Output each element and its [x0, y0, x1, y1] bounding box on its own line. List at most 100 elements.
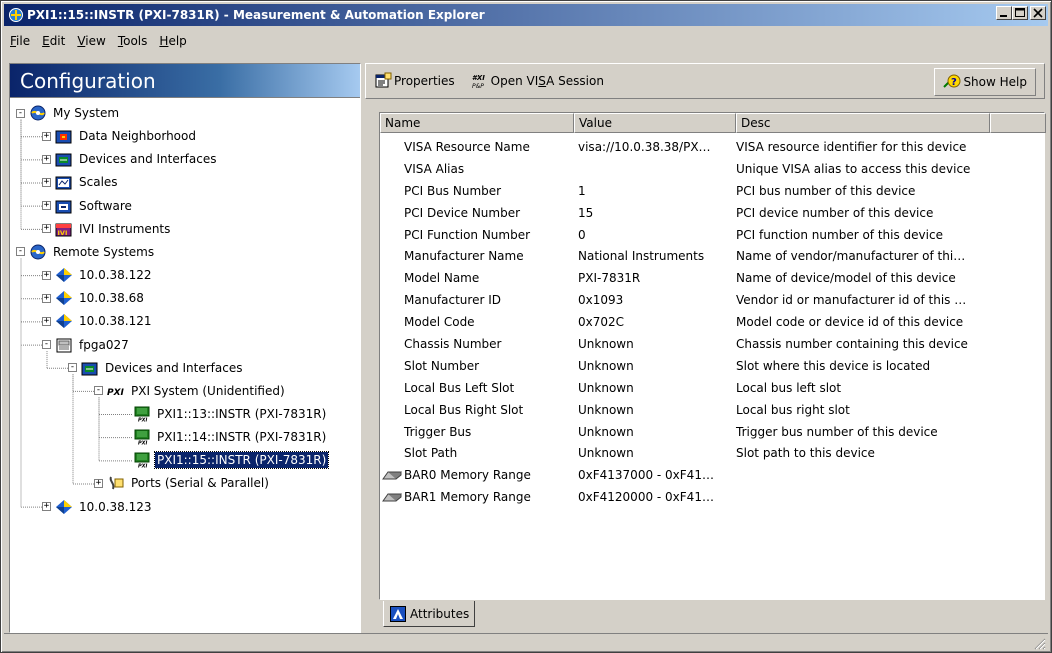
cell-value: 0xF4120000 - 0xF41…: [578, 490, 714, 505]
cell-name-text: Manufacturer Name: [404, 249, 524, 264]
tree-node-label: PXI1::14::INSTR (PXI-7831R): [157, 430, 327, 445]
table-row[interactable]: VISA Resource Name visa://10.0.38.38/PX… V…: [380, 136, 984, 158]
cell-name: PCI Bus Number: [380, 184, 574, 198]
cell-name-text: PCI Function Number: [404, 227, 531, 242]
collapse-icon[interactable]: -: [68, 363, 77, 373]
tree-node[interactable]: - My System: [16, 102, 121, 124]
tree-node[interactable]: - PXI PXI System (Unidentified): [94, 380, 287, 402]
expand-icon[interactable]: +: [42, 131, 51, 141]
collapse-icon[interactable]: -: [42, 340, 51, 349]
configuration-panel: Configuration - My System + Data Neighborho…: [9, 63, 361, 633]
menu-view[interactable]: View: [71, 32, 111, 50]
tree-node[interactable]: + Ports (Serial & Parallel): [94, 472, 271, 494]
table-row[interactable]: PCI Bus Number 1 PCI bus number of this de…: [380, 180, 984, 202]
grid-header: Name Value Desc: [380, 113, 1046, 133]
tree-node[interactable]: + Scales: [42, 171, 120, 193]
expand-icon[interactable]: +: [42, 316, 51, 326]
table-row[interactable]: Chassis Number Unknown Chassis number cont…: [380, 333, 984, 355]
expand-icon[interactable]: +: [42, 270, 51, 280]
table-row[interactable]: PCI Function Number 0 PCI function number …: [380, 224, 984, 246]
minimize-button[interactable]: [996, 6, 1012, 20]
cell-value: 1: [578, 183, 586, 198]
svg-text:PXI: PXI: [138, 441, 148, 446]
tree-node[interactable]: +10.0.38.68: [42, 287, 146, 309]
tree-node[interactable]: - Devices and Interfaces: [68, 357, 244, 379]
properties-button[interactable]: Properties: [366, 67, 463, 95]
table-row[interactable]: Trigger Bus Unknown Trigger bus number of …: [380, 421, 984, 443]
cell-name: Slot Number: [380, 359, 574, 373]
cell-desc: Model code or device id of this device: [736, 315, 964, 330]
expand-icon[interactable]: +: [42, 293, 51, 303]
table-row[interactable]: Model Name PXI-7831R Name of device/model …: [380, 267, 984, 289]
collapse-icon[interactable]: -: [94, 386, 103, 396]
attributes-icon: [390, 605, 406, 622]
tree-node[interactable]: PXI PXI1::14::INSTR (PXI-7831R): [120, 426, 328, 448]
collapse-icon[interactable]: -: [16, 247, 25, 257]
menu-file[interactable]: File: [4, 32, 36, 50]
expand-icon[interactable]: +: [94, 478, 103, 488]
table-row[interactable]: Manufacturer Name National Instruments Nam…: [380, 245, 984, 267]
cell-name: Model Name: [380, 271, 574, 285]
tree-node[interactable]: + Devices and Interfaces: [42, 148, 218, 170]
open-visa-session-button[interactable]: #XI P&P Open VISA Session: [463, 67, 612, 95]
collapse-icon[interactable]: -: [16, 108, 25, 118]
expand-icon[interactable]: +: [42, 201, 51, 211]
column-header-name[interactable]: Name: [380, 113, 574, 133]
table-row[interactable]: Manufacturer ID 0x1093 Vendor id or manufa…: [380, 289, 984, 311]
maximize-button[interactable]: [1012, 6, 1028, 20]
cell-name: Chassis Number: [380, 337, 574, 351]
show-help-button[interactable]: ? Show Help: [934, 68, 1036, 96]
remote-host-icon: [55, 499, 73, 515]
cell-value: Unknown: [578, 380, 634, 395]
data-neighborhood-icon: [55, 128, 73, 144]
tree-node[interactable]: PXI PXI1::13::INSTR (PXI-7831R): [120, 403, 328, 425]
table-row[interactable]: Model Code 0x702C Model code or device id …: [380, 311, 984, 333]
cell-value: 0x1093: [578, 293, 624, 308]
table-row[interactable]: BAR1 Memory Range 0xF4120000 - 0xF41…: [380, 486, 984, 508]
configuration-title: Configuration: [20, 68, 156, 93]
title-bar[interactable]: PXI1::15::INSTR (PXI-7831R) - Measuremen…: [4, 4, 1048, 26]
tab-attributes[interactable]: Attributes: [383, 601, 475, 627]
tree-node[interactable]: +10.0.38.123: [42, 496, 154, 518]
expand-icon[interactable]: +: [42, 502, 51, 512]
mae-app-icon: [9, 8, 23, 22]
table-row[interactable]: Slot Number Unknown Slot where this device…: [380, 355, 984, 377]
cell-desc: Trigger bus number of this device: [736, 424, 938, 439]
table-row[interactable]: Local Bus Right Slot Unknown Local bus rig…: [380, 399, 984, 421]
table-row[interactable]: Slot Path Unknown Slot path to this device: [380, 442, 984, 464]
tree-node[interactable]: +10.0.38.121: [42, 310, 154, 332]
cell-name-text: Manufacturer ID: [404, 293, 501, 308]
toolbar: Properties #XI P&P Open VISA Session ? S…: [365, 63, 1045, 99]
tree-node[interactable]: - fpga027: [42, 334, 131, 356]
cell-value: 0x702C: [578, 315, 625, 330]
cell-name-text: Slot Number: [404, 358, 480, 373]
column-header-value[interactable]: Value: [574, 113, 736, 133]
cell-value: 0xF4137000 - 0xF41…: [578, 468, 714, 483]
expand-icon[interactable]: +: [42, 224, 51, 234]
menu-tools[interactable]: Tools: [112, 32, 154, 50]
menu-bar: File Edit View Tools Help: [4, 30, 193, 52]
tree-node[interactable]: +10.0.38.122: [42, 264, 154, 286]
tree-node[interactable]: + Software: [42, 195, 134, 217]
tree-node[interactable]: - Remote Systems: [16, 241, 156, 263]
tree-node-label: Remote Systems: [53, 244, 155, 259]
menu-edit[interactable]: Edit: [36, 32, 71, 50]
tree-node[interactable]: PXI PXI1::15::INSTR (PXI-7831R): [120, 449, 330, 471]
table-row[interactable]: PCI Device Number 15 PCI device number of …: [380, 202, 984, 224]
tree-node[interactable]: + IVI IVI Instruments: [42, 218, 172, 240]
table-row[interactable]: Local Bus Left Slot Unknown Local bus left…: [380, 377, 984, 399]
expand-icon[interactable]: +: [42, 177, 51, 187]
table-row[interactable]: BAR0 Memory Range 0xF4137000 - 0xF41…: [380, 464, 984, 486]
menu-help[interactable]: Help: [153, 32, 192, 50]
cell-name-text: Trigger Bus: [404, 424, 472, 439]
table-row[interactable]: VISA Alias Unique VISA alias to access th…: [380, 158, 984, 180]
column-header-desc[interactable]: Desc: [736, 113, 990, 133]
close-button[interactable]: [1030, 6, 1046, 20]
properties-label: Properties: [394, 74, 455, 88]
tree-node-label: 10.0.38.123: [79, 499, 152, 514]
resize-grip-icon[interactable]: [1034, 638, 1046, 650]
expand-icon[interactable]: +: [42, 154, 51, 164]
configuration-tree: - My System + Data Neighborhood + Devices and…: [10, 98, 360, 632]
tree-node[interactable]: + Data Neighborhood: [42, 125, 198, 147]
cell-name: Model Code: [380, 315, 574, 329]
